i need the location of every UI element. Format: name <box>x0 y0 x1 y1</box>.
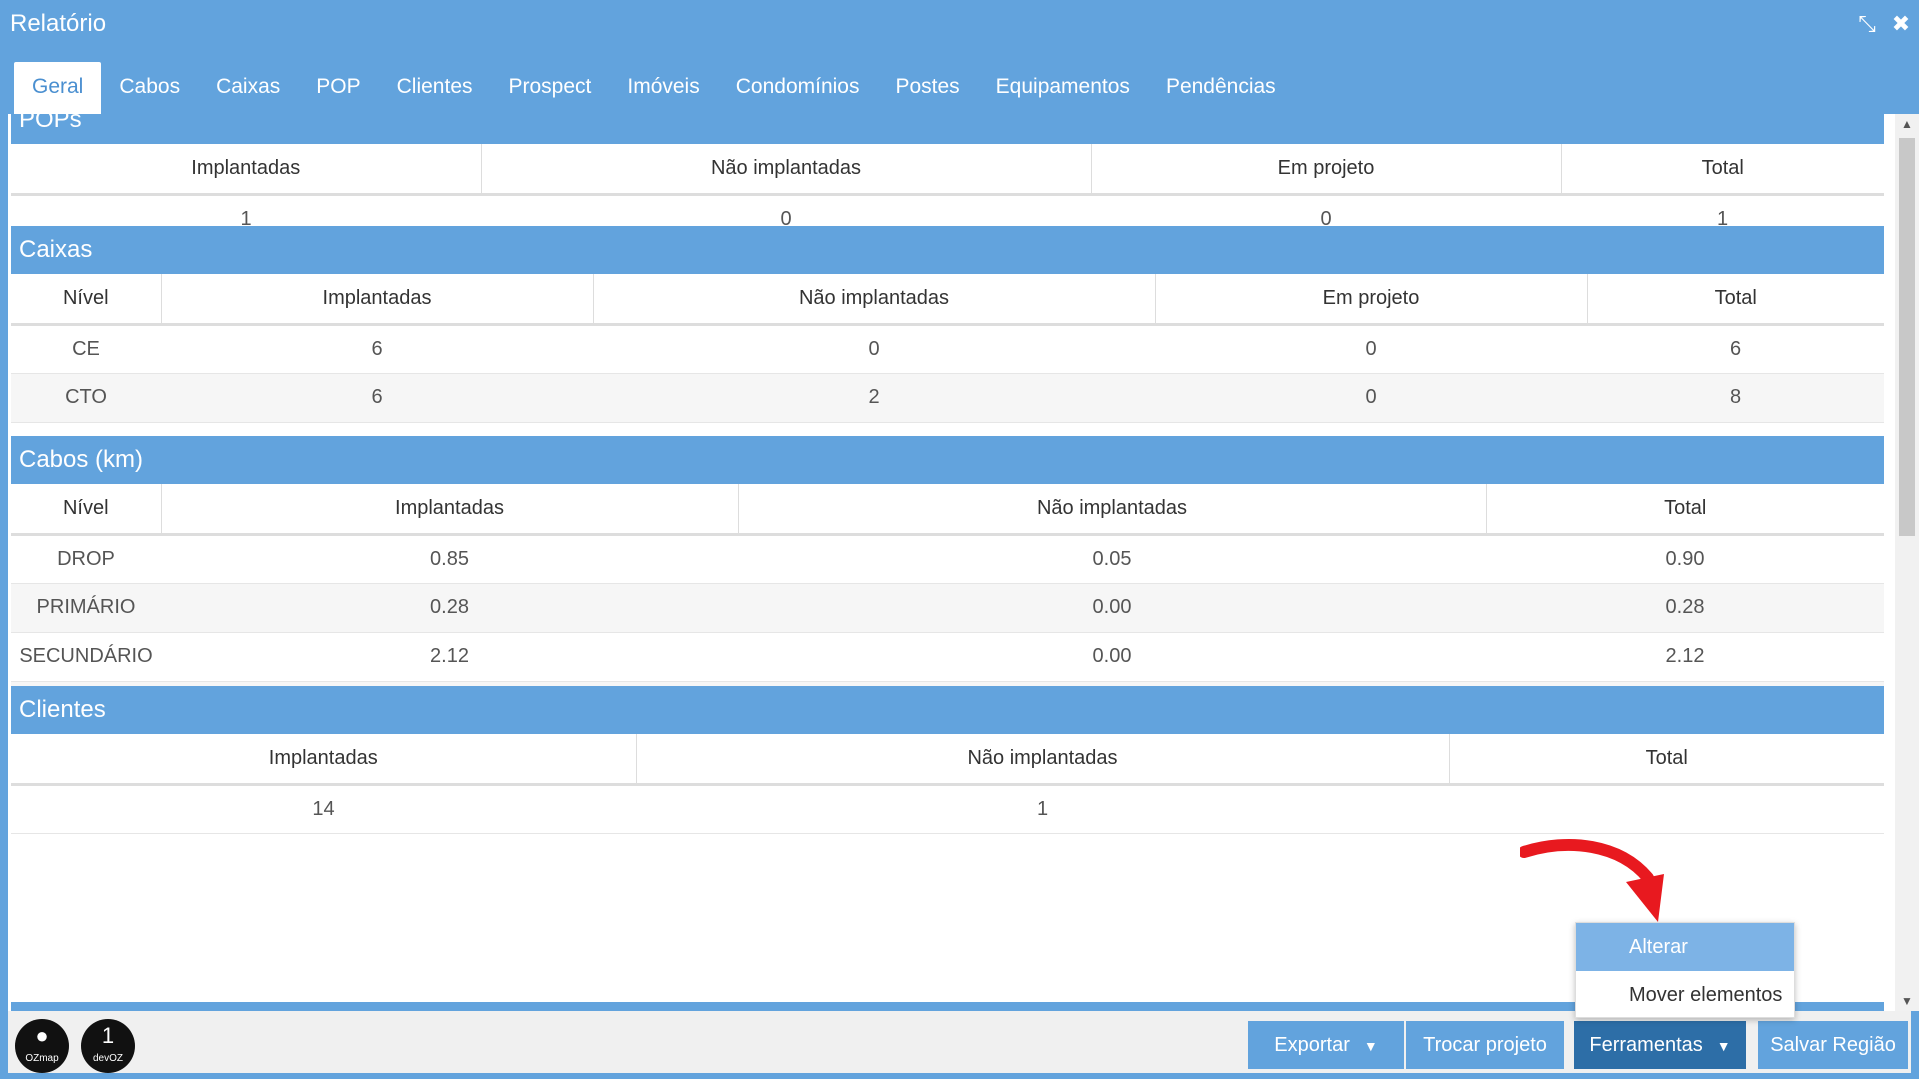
footer-inner: ● OZmap 1 devOZ Exportar ▼ Trocar projeto… <box>8 1011 1911 1073</box>
tab-imoveis[interactable]: Imóveis <box>609 62 717 114</box>
table-cell: 8 <box>1587 373 1884 423</box>
vertical-scrollbar[interactable]: ▲ ▼ <box>1895 114 1919 1011</box>
section-title: Caixas <box>11 226 1884 274</box>
scroll-down-icon[interactable]: ▼ <box>1895 991 1919 1011</box>
column-header: Não implantadas <box>592 274 1155 326</box>
button-label: Ferramentas <box>1589 1034 1703 1056</box>
footer-bar: ● OZmap 1 devOZ Exportar ▼ Trocar projeto… <box>0 1011 1919 1079</box>
table-cell: 0.00 <box>738 583 1486 633</box>
tab-equipamentos[interactable]: Equipamentos <box>978 62 1148 114</box>
table-row: PRIMÁRIO 0.28 0.00 0.28 <box>11 583 1884 633</box>
caret-down-icon: ▼ <box>1363 1038 1378 1054</box>
salvar-regiao-button[interactable]: Salvar Região <box>1758 1021 1908 1069</box>
column-header: Implantadas <box>11 734 636 786</box>
tab-cabos[interactable]: Cabos <box>101 62 198 114</box>
table-cell: 0.85 <box>161 534 738 584</box>
tab-clientes[interactable]: Clientes <box>379 62 491 114</box>
exportar-button[interactable]: Exportar ▼ <box>1248 1021 1404 1069</box>
logo-label: devOZ <box>92 1053 123 1064</box>
column-header: Implantadas <box>160 484 738 536</box>
table-cell: 1 <box>636 784 1449 834</box>
button-label: Trocar projeto <box>1423 1034 1547 1056</box>
table-cell: DROP <box>11 534 161 584</box>
tab-bar: Geral Cabos Caixas POP Clientes Prospect Imóve… <box>14 62 1294 114</box>
table-cell: 0.05 <box>738 534 1486 584</box>
section-clientes: Clientes Implantadas Não implantadas Total… <box>11 686 1884 834</box>
table-row: SECUNDÁRIO 2.12 0.00 2.12 <box>11 632 1884 682</box>
column-header: Não implantadas <box>635 734 1449 786</box>
tab-condominios[interactable]: Condomínios <box>718 62 878 114</box>
table-cell: SECUNDÁRIO <box>11 632 161 682</box>
tab-prospect[interactable]: Prospect <box>491 62 610 114</box>
logo-label: OZmap <box>25 1053 59 1064</box>
window-titlebar: Relatório ⤡ ✖ <box>0 0 1919 50</box>
table-row: CTO 6 2 0 8 <box>11 373 1884 423</box>
table-cell: 0.90 <box>1486 534 1884 584</box>
tab-geral[interactable]: Geral <box>14 62 102 114</box>
window-controls: ⤡ ✖ <box>1855 12 1913 36</box>
section-title: POPs <box>11 114 1884 144</box>
table-cell: 2.12 <box>1486 632 1884 682</box>
table-cell: 6 <box>161 373 593 423</box>
tab-pop[interactable]: POP <box>298 62 378 114</box>
section-pops: POPs Implantadas Não implantadas Em projet… <box>11 114 1884 244</box>
table-cell: PRIMÁRIO <box>11 583 161 633</box>
tab-caixas[interactable]: Caixas <box>198 62 298 114</box>
map-pin-icon: ● <box>35 1023 49 1048</box>
devoz-mark: 1 <box>101 1023 115 1048</box>
ferramentas-button[interactable]: Ferramentas ▼ <box>1574 1021 1746 1069</box>
section-title: Cabos (km) <box>11 436 1884 484</box>
column-header: Em projeto <box>1154 274 1587 326</box>
column-header: Total <box>1586 274 1884 326</box>
table-cell: 2.12 <box>161 632 738 682</box>
column-header: Em projeto <box>1090 144 1561 196</box>
table-cell: CE <box>11 324 161 374</box>
compress-icon[interactable]: ⤡ <box>1855 12 1879 36</box>
scroll-thumb[interactable] <box>1899 138 1915 536</box>
table-cell: 6 <box>161 324 593 374</box>
table-row: DROP 0.85 0.05 0.90 <box>11 534 1884 584</box>
window-title: Relatório <box>10 10 107 37</box>
column-header: Nível <box>11 484 161 536</box>
column-header: Não implantadas <box>737 484 1486 536</box>
scroll-up-icon[interactable]: ▲ <box>1895 114 1919 134</box>
table-cell: CTO <box>11 373 161 423</box>
trocar-projeto-button[interactable]: Trocar projeto <box>1406 1021 1564 1069</box>
section-caixas: Caixas Nível Implantadas Não implantadas Em… <box>11 226 1884 472</box>
table-cell: 6 <box>1587 324 1884 374</box>
button-label: Salvar Região <box>1770 1034 1896 1056</box>
column-header: Implantadas <box>160 274 593 326</box>
table-cell: 0.00 <box>738 632 1486 682</box>
table-row: CE 6 0 0 6 <box>11 324 1884 374</box>
tab-pendencias[interactable]: Pendências <box>1148 62 1294 114</box>
table-row: 14 1 <box>11 784 1884 834</box>
table-cell: 2 <box>593 373 1155 423</box>
column-header: Total <box>1485 484 1884 536</box>
button-label: Exportar <box>1274 1034 1350 1056</box>
section-title: Clientes <box>11 686 1884 734</box>
column-header: Não implantadas <box>480 144 1091 196</box>
column-header: Total <box>1560 144 1884 196</box>
table-cell: 0.28 <box>1486 583 1884 633</box>
table-cell: 0.28 <box>161 583 738 633</box>
menu-item-mover-elementos[interactable]: Mover elementos <box>1576 971 1794 1019</box>
clientes-table: Implantadas Não implantadas Total 14 1 <box>11 734 1884 834</box>
table-cell <box>1449 784 1884 834</box>
tab-postes[interactable]: Postes <box>877 62 977 114</box>
table-cell: 0 <box>1155 324 1587 374</box>
column-header: Implantadas <box>11 144 481 196</box>
caret-down-icon: ▼ <box>1716 1038 1731 1054</box>
table-cell: 14 <box>11 784 636 834</box>
ozmap-logo[interactable]: ● OZmap <box>15 1019 69 1073</box>
column-header: Nível <box>11 274 161 326</box>
close-icon[interactable]: ✖ <box>1889 12 1913 36</box>
column-header: Total <box>1448 734 1884 786</box>
table-cell: 0 <box>593 324 1155 374</box>
table-cell: 0 <box>1155 373 1587 423</box>
devoz-logo[interactable]: 1 devOZ <box>81 1019 135 1073</box>
red-arrow-annotation <box>1520 838 1664 922</box>
